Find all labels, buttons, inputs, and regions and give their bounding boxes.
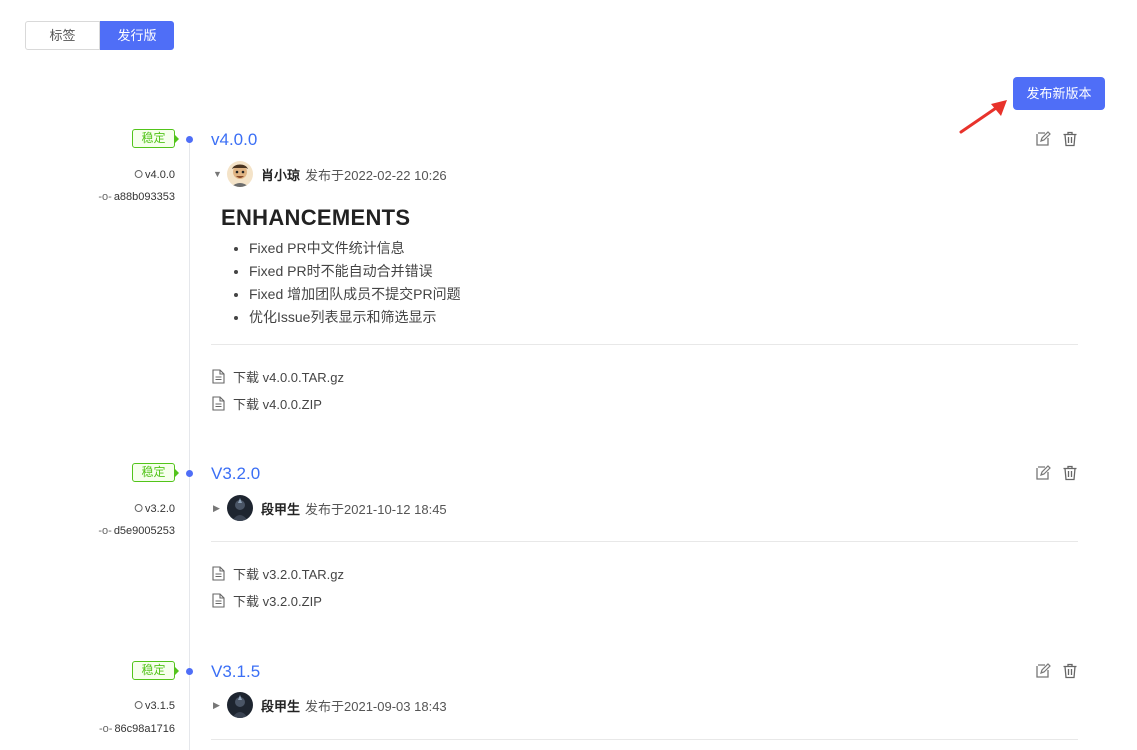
view-tabs: 标签 发行版 [25,21,174,50]
publish-date: 发布于2022-02-22 10:26 [305,167,447,183]
release-author-row: ▶ 段甲生 发布于2021-10-12 18:45 [213,495,447,521]
list-item: 优化Issue列表显示和筛选显示 [249,306,461,329]
stable-badge: 稳定 [132,661,175,680]
trash-icon[interactable] [1062,663,1078,679]
file-icon [212,566,225,581]
release-commit[interactable]: -o-d5e9005253 [98,525,175,537]
notes-list: Fixed PR中文件统计信息 Fixed PR时不能自动合并错误 Fixed … [221,237,461,329]
notes-heading: ENHANCEMENTS [221,205,411,230]
author-name[interactable]: 肖小琼 [261,165,300,184]
download-label: 下载 v4.0.0.ZIP [233,397,322,412]
divider [211,344,1078,345]
release-tag[interactable]: ⭘ v3.1.5 [134,700,175,713]
download-tar-link[interactable]: 下载 v3.2.0.TAR.gz [212,564,344,583]
download-label: 下载 v4.0.0.TAR.gz [233,370,345,385]
download-zip-link[interactable]: 下载 v4.0.0.ZIP [212,394,322,413]
stable-badge: 稳定 [132,129,175,148]
download-label: 下载 v3.2.0.ZIP [233,594,322,609]
timeline-line [189,139,190,750]
divider [211,541,1078,542]
tag-icon: ⭘ [134,503,144,515]
trash-icon[interactable] [1062,465,1078,481]
list-item: Fixed PR中文件统计信息 [249,237,461,260]
release-author-row: ▼ 肖小琼 发布于2022-02-22 10:26 [213,161,447,187]
publish-date: 发布于2021-10-12 18:45 [305,501,447,517]
badge-pointer [175,667,179,675]
badge-pointer [175,135,179,143]
release-commit[interactable]: -o- 86c98a1716 [99,723,175,735]
list-item: Fixed PR时不能自动合并错误 [249,260,461,283]
caret-right-icon[interactable]: ▶ [213,503,223,514]
release-commit[interactable]: -o-a88b093353 [98,191,175,203]
tab-tags[interactable]: 标签 [25,21,100,50]
avatar[interactable] [227,495,253,521]
publish-date: 发布于2021-09-03 18:43 [305,698,447,714]
release-title[interactable]: V3.2.0 [211,464,260,484]
badge-pointer [175,469,179,477]
avatar[interactable] [227,161,253,187]
commit-label: a88b093353 [113,191,175,203]
tag-label: v3.1.5 [145,700,175,712]
timeline-dot [186,136,193,143]
release-title[interactable]: v4.0.0 [211,130,257,150]
download-label: 下载 v3.2.0.TAR.gz [233,567,345,582]
stable-badge: 稳定 [132,463,175,482]
tag-icon: ⭘ [134,169,144,181]
tag-label: v4.0.0 [145,169,175,181]
trash-icon[interactable] [1062,131,1078,147]
commit-icon: -o- [98,525,112,537]
author-name[interactable]: 段甲生 [261,499,300,518]
caret-down-icon[interactable]: ▼ [213,169,223,179]
release-title[interactable]: V3.1.5 [211,662,260,682]
edit-icon[interactable] [1035,465,1051,481]
download-zip-link[interactable]: 下载 v3.2.0.ZIP [212,591,322,610]
file-icon [212,593,225,608]
download-tar-link[interactable]: 下载 v4.0.0.TAR.gz [212,367,344,386]
commit-label: d5e9005253 [113,525,175,537]
release-notes: ENHANCEMENTS Fixed PR中文件统计信息 Fixed PR时不能… [221,205,461,329]
publish-release-button[interactable]: 发布新版本 [1013,77,1105,110]
tab-releases[interactable]: 发行版 [100,21,174,50]
tag-label: v3.2.0 [145,503,175,515]
timeline-dot [186,668,193,675]
annotation-arrow-icon [959,100,1007,134]
list-item: Fixed 增加团队成员不提交PR问题 [249,283,461,306]
commit-icon: -o- [98,191,112,203]
author-name[interactable]: 段甲生 [261,696,300,715]
release-author-row: ▶ 段甲生 发布于2021-09-03 18:43 [213,692,447,718]
commit-icon: -o- [98,723,113,735]
timeline-dot [186,470,193,477]
release-tag[interactable]: ⭘ v3.2.0 [134,503,175,516]
release-tag[interactable]: ⭘ v4.0.0 [134,169,175,182]
tag-icon: ⭘ [134,700,144,712]
file-icon [212,369,225,384]
divider [211,739,1078,740]
file-icon [212,396,225,411]
commit-label: 86c98a1716 [114,723,175,735]
edit-icon[interactable] [1035,663,1051,679]
avatar[interactable] [227,692,253,718]
caret-right-icon[interactable]: ▶ [213,700,223,711]
edit-icon[interactable] [1035,131,1051,147]
